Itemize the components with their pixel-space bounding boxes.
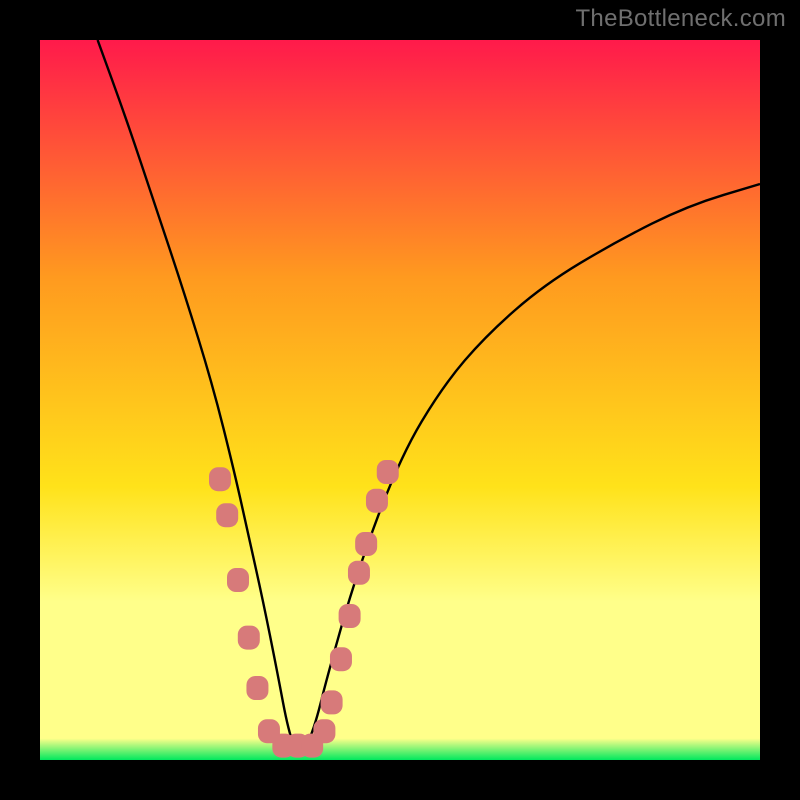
plot-background: [40, 40, 760, 760]
marker-point: [209, 467, 231, 491]
marker-point: [377, 460, 399, 484]
marker-point: [339, 604, 361, 628]
marker-point: [227, 568, 249, 592]
watermark-text: TheBottleneck.com: [575, 5, 786, 33]
marker-point: [216, 503, 238, 527]
marker-point: [366, 489, 388, 513]
marker-point: [321, 690, 343, 714]
marker-point: [313, 719, 335, 743]
marker-point: [330, 647, 352, 671]
chart-container: TheBottleneck.com: [0, 0, 800, 800]
marker-point: [238, 626, 260, 650]
chart-svg: [0, 0, 800, 800]
marker-point: [348, 561, 370, 585]
marker-point: [246, 676, 268, 700]
marker-point: [355, 532, 377, 556]
